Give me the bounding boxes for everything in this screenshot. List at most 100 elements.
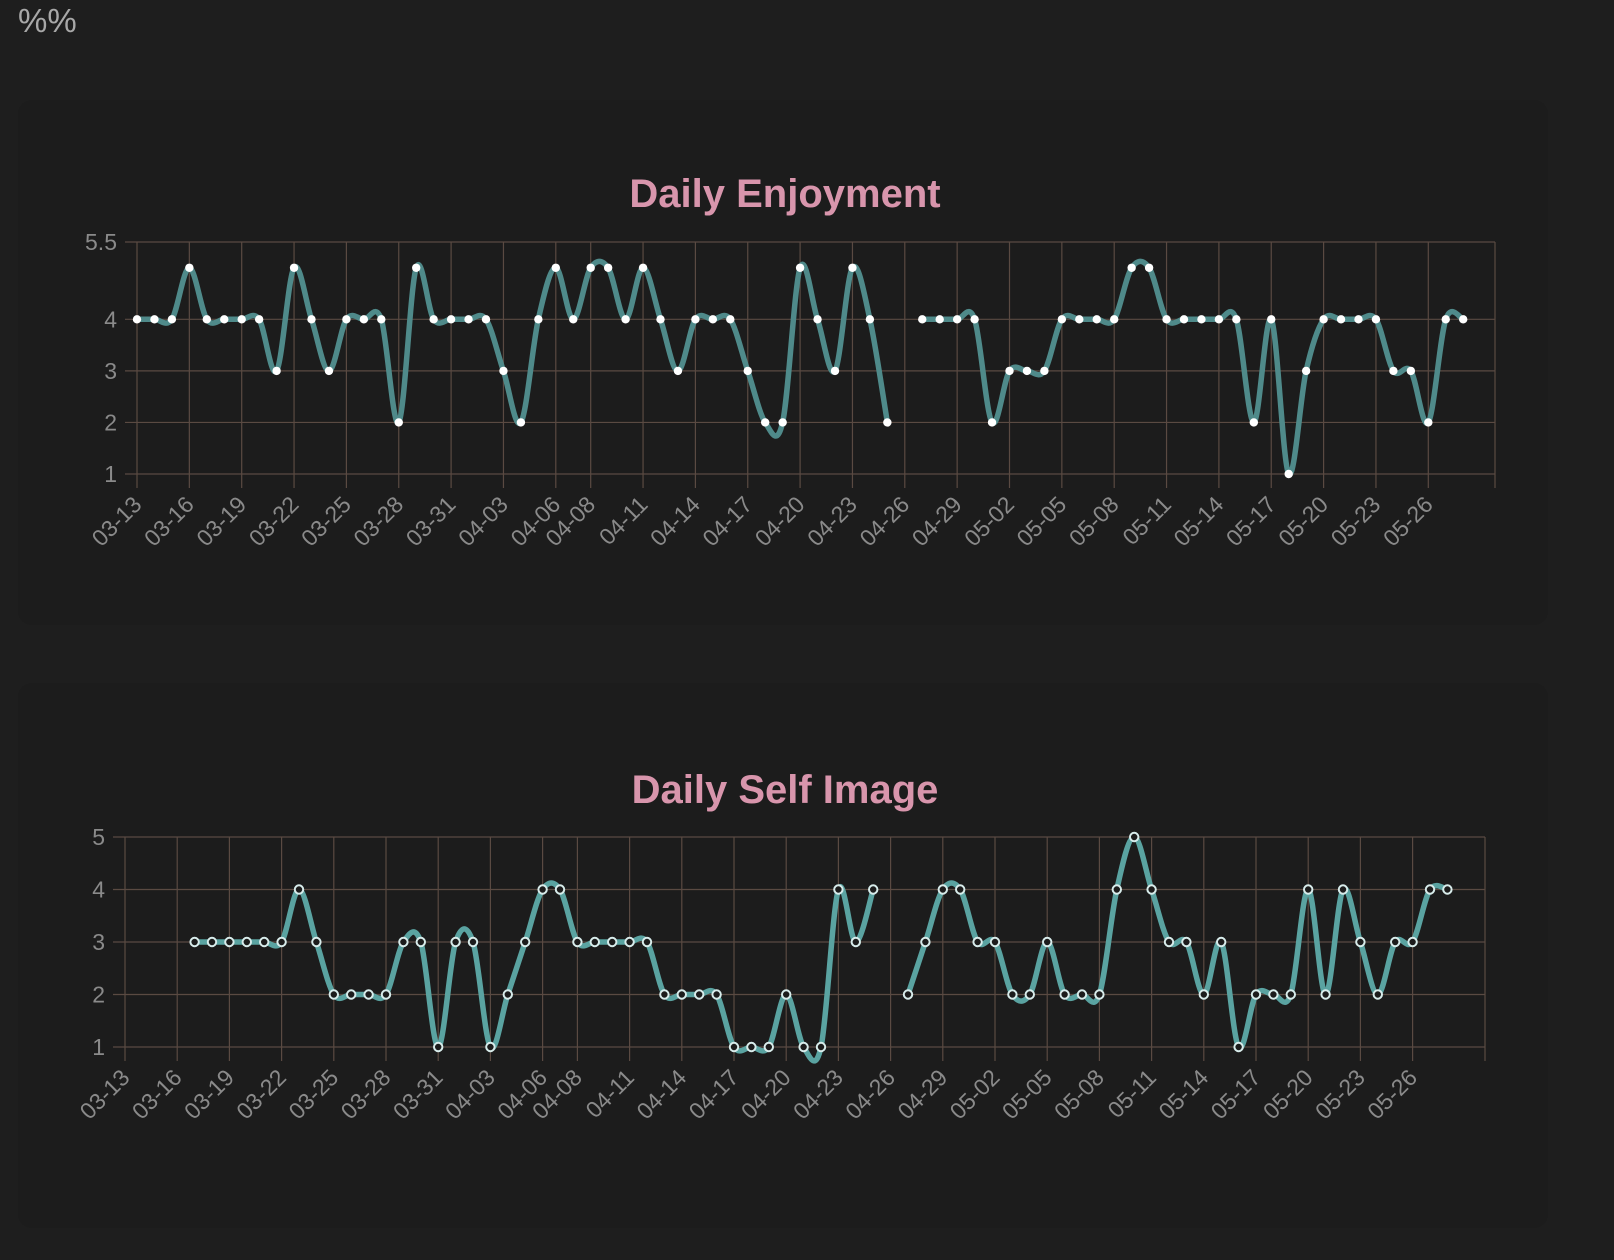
data-point [254, 315, 264, 324]
data-point [433, 1041, 444, 1053]
data-point [848, 263, 857, 272]
y-tick-label: 3 [92, 929, 105, 955]
data-point [259, 936, 270, 948]
data-point [1424, 418, 1433, 427]
data-point [520, 936, 531, 948]
x-tick-label: 03-19 [179, 1064, 239, 1124]
data-point [1024, 989, 1035, 1000]
data-point [937, 884, 948, 895]
x-tick-label: 05-20 [1273, 491, 1333, 551]
data-point [289, 263, 299, 272]
data-point [1094, 989, 1105, 1000]
x-tick-label: 03-13 [87, 491, 147, 551]
x-tick-label: 04-29 [907, 491, 967, 551]
series-line [191, 880, 876, 1064]
data-point [1424, 884, 1436, 895]
data-point [798, 1041, 809, 1053]
x-tick-label: 05-08 [1049, 1064, 1109, 1124]
data-point [394, 418, 403, 427]
data-point [833, 884, 844, 895]
data-point [763, 1041, 774, 1053]
data-point [202, 315, 211, 324]
x-tick-label: 05-08 [1064, 491, 1124, 551]
data-point [691, 315, 700, 324]
self-image-chart-card: Daily Self Image 1 2 3 4 5 03-13 03-16 03-19 03-2… [18, 683, 1548, 1228]
x-tick-label: 05-26 [1362, 1064, 1422, 1124]
data-point [694, 989, 705, 1000]
data-point [1181, 936, 1192, 948]
data-point [1232, 315, 1241, 324]
data-point [641, 936, 653, 948]
data-point [272, 366, 281, 376]
data-point [708, 315, 718, 324]
x-tick-label: 05-17 [1206, 1064, 1266, 1124]
data-point [412, 263, 421, 272]
data-point [1197, 315, 1206, 324]
data-point [673, 366, 683, 376]
data-point [1076, 989, 1088, 1000]
x-tick-label: 03-25 [296, 491, 356, 551]
x-tick-label: 05-11 [1102, 1064, 1161, 1123]
data-point [746, 1041, 757, 1053]
y-tick-label: 2 [104, 409, 117, 435]
y-tick-label: 5 [92, 824, 105, 850]
x-tick-label: 04-20 [736, 1064, 796, 1124]
data-point [920, 936, 931, 948]
data-point [935, 315, 944, 324]
data-point [624, 936, 635, 948]
series-line [134, 258, 891, 439]
x-tick-label: 03-31 [401, 491, 461, 551]
data-point [132, 315, 142, 324]
data-point [1146, 884, 1157, 895]
x-tick-label: 05-17 [1221, 491, 1281, 551]
data-point [569, 315, 578, 324]
data-point [499, 366, 508, 376]
x-tick-label: 03-16 [127, 1064, 187, 1124]
data-point [1110, 315, 1119, 324]
data-point [307, 315, 316, 324]
page-header-text: %% [18, 2, 77, 39]
data-point [1216, 936, 1227, 948]
data-point [815, 1041, 827, 1053]
x-tick-label: 04-29 [892, 1064, 952, 1124]
data-point [1005, 366, 1014, 376]
data-point [1355, 936, 1366, 948]
data-point [1337, 884, 1349, 895]
data-point [572, 936, 583, 948]
x-tick-label: 03-22 [231, 1064, 291, 1124]
x-tick-label: 04-26 [840, 1064, 900, 1124]
x-tick-label: 05-14 [1153, 1064, 1213, 1124]
data-point [1301, 366, 1311, 376]
y-tick-label: 5.5 [85, 229, 117, 255]
data-point [446, 315, 456, 324]
x-tick-label: 04-23 [802, 491, 862, 551]
data-point [761, 418, 770, 427]
x-tick-label: 03-22 [244, 491, 304, 551]
data-point [220, 315, 229, 324]
data-point [450, 936, 461, 948]
data-point [551, 263, 560, 272]
data-point [237, 315, 246, 324]
data-point [324, 366, 334, 376]
data-point [185, 263, 194, 272]
x-tick-label: 04-03 [453, 491, 513, 551]
data-point [293, 884, 305, 895]
x-tick-label: 05-26 [1378, 491, 1438, 551]
data-point [206, 936, 218, 948]
data-point [377, 315, 386, 324]
data-point [467, 936, 479, 948]
enjoyment-chart-card: Daily Enjoyment 1 2 3 4 5.5 03-13 03-16 03-19 03-… [18, 100, 1548, 625]
data-point [1354, 315, 1363, 324]
data-point [603, 263, 613, 272]
x-tick-label: 03-28 [336, 1064, 396, 1124]
data-point [485, 1041, 496, 1053]
x-tick-label: 03-25 [283, 1064, 343, 1124]
data-point [1162, 315, 1171, 324]
data-point [311, 936, 322, 948]
data-point [346, 989, 357, 1000]
data-point [728, 1041, 740, 1053]
chart-title: Daily Enjoyment [629, 172, 940, 216]
data-point [676, 989, 687, 1000]
x-tick-label: 05-11 [1117, 491, 1176, 550]
x-tick-label: 04-17 [697, 491, 757, 551]
